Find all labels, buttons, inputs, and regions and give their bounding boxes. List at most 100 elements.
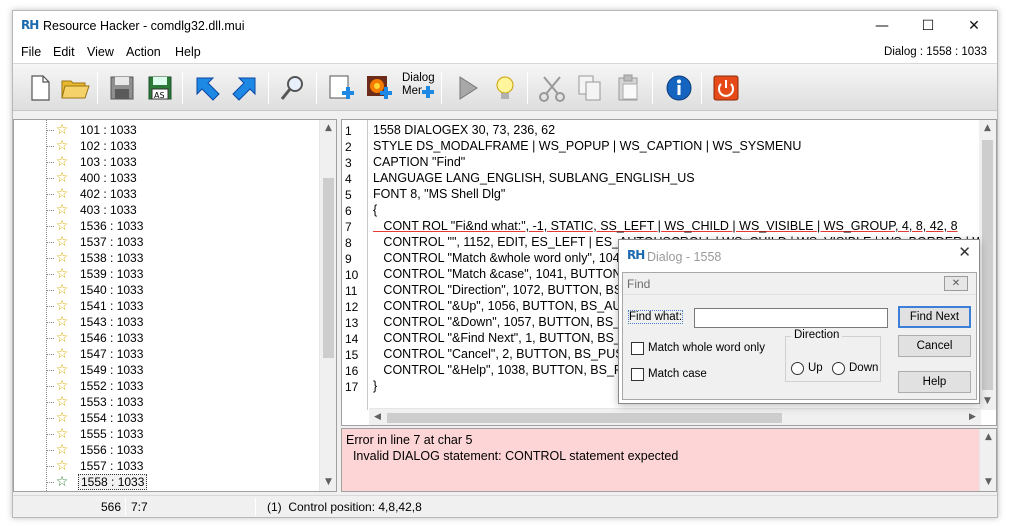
tree-item[interactable]: ☆ 1558 : 1033 <box>54 474 148 490</box>
cursor-position: 7:7 <box>131 500 148 514</box>
help-button[interactable]: Help <box>898 371 971 393</box>
tree-item[interactable]: ☆ 1539 : 1033 <box>54 266 145 282</box>
star-icon: ☆ <box>55 362 69 378</box>
tree-item[interactable]: ☆ 101 : 1033 <box>54 122 139 138</box>
tree-item[interactable]: ☆ 1537 : 1033 <box>54 234 145 250</box>
tree-item[interactable]: ☆ 402 : 1033 <box>54 186 139 202</box>
match-whole-word-checkbox[interactable] <box>631 342 644 355</box>
errors-vertical-scrollbar[interactable]: ▲ ▼ <box>979 429 996 491</box>
menu-view[interactable]: View <box>87 45 114 59</box>
paste-icon[interactable] <box>612 72 644 104</box>
find-what-label[interactable]: Find what: <box>627 310 684 324</box>
scroll-right-icon[interactable]: ▶ <box>964 409 981 425</box>
close-icon[interactable]: ✕ <box>944 276 968 291</box>
close-icon[interactable]: ✕ <box>958 243 971 261</box>
scroll-down-icon[interactable]: ▼ <box>320 474 336 491</box>
code-line[interactable]: CAPTION "Find" <box>373 155 465 169</box>
maximize-button[interactable]: ☐ <box>905 11 951 41</box>
scroll-down-icon[interactable]: ▼ <box>979 393 996 410</box>
editor-horizontal-scrollbar[interactable]: ◀ ▶ <box>369 408 981 425</box>
tree-connector <box>46 290 54 291</box>
new-file-icon[interactable] <box>23 72 55 104</box>
code-line[interactable]: } <box>373 379 377 393</box>
add-image-icon[interactable] <box>363 72 395 104</box>
match-case-label: Match case <box>648 368 707 380</box>
dialog-preview-window[interactable]: RH Dialog - 1558 ✕ Find ✕ Find what: Fin… <box>618 239 980 404</box>
up-radio[interactable] <box>791 362 804 375</box>
scroll-up-icon[interactable]: ▲ <box>979 120 996 137</box>
info-icon[interactable] <box>663 72 695 104</box>
scroll-up-icon[interactable]: ▲ <box>320 120 336 137</box>
forward-icon[interactable] <box>229 72 261 104</box>
scroll-thumb[interactable] <box>982 140 993 390</box>
power-icon[interactable] <box>710 72 742 104</box>
menu-action[interactable]: Action <box>126 45 161 59</box>
code-line[interactable]: 1558 DIALOGEX 30, 73, 236, 62 <box>373 123 555 137</box>
minimize-button[interactable]: — <box>859 11 905 41</box>
add-resource-icon[interactable] <box>325 72 357 104</box>
tree-item[interactable]: ☆ 103 : 1033 <box>54 154 139 170</box>
tree-item[interactable]: ☆ 1556 : 1033 <box>54 442 145 458</box>
star-icon: ☆ <box>55 266 69 282</box>
search-icon[interactable] <box>277 72 309 104</box>
tree-item[interactable]: ☆ 403 : 1033 <box>54 202 139 218</box>
code-line[interactable]: STYLE DS_MODALFRAME | WS_POPUP | WS_CAPT… <box>373 139 801 153</box>
tree-item[interactable]: ☆ 1555 : 1033 <box>54 426 145 442</box>
tip-icon[interactable] <box>489 72 521 104</box>
scroll-thumb[interactable] <box>323 178 334 358</box>
code-line[interactable]: LANGUAGE LANG_ENGLISH, SUBLANG_ENGLISH_U… <box>373 171 695 185</box>
scroll-left-icon[interactable]: ◀ <box>369 409 386 425</box>
editor-vertical-scrollbar[interactable]: ▲ ▼ <box>979 120 996 410</box>
tree-item[interactable]: ☆ 1540 : 1033 <box>54 282 145 298</box>
scroll-down-icon[interactable]: ▼ <box>980 474 997 491</box>
up-label: Up <box>808 362 823 374</box>
tree-item[interactable]: ☆ 1552 : 1033 <box>54 378 145 394</box>
tree-item[interactable]: ☆ 1536 : 1033 <box>54 218 145 234</box>
menu-file[interactable]: File <box>21 45 41 59</box>
cancel-button[interactable]: Cancel <box>898 335 971 357</box>
dialog-preview-title: Dialog - 1558 <box>647 250 722 264</box>
copy-icon[interactable] <box>574 72 606 104</box>
tree-item[interactable]: ☆ 1557 : 1033 <box>54 458 145 474</box>
tree-item-label: 1557 : 1033 <box>80 459 144 473</box>
tree-item[interactable]: ☆ 1554 : 1033 <box>54 410 145 426</box>
star-icon: ☆ <box>55 282 69 298</box>
code-line[interactable]: CONT ROL "Fi&nd what:", -1, STATIC, SS_L… <box>373 219 957 233</box>
save-icon[interactable] <box>106 72 138 104</box>
find-what-input[interactable] <box>694 308 888 328</box>
menu-help[interactable]: Help <box>175 45 201 59</box>
tree-connector <box>46 434 54 435</box>
back-icon[interactable] <box>191 72 223 104</box>
star-icon: ☆ <box>55 410 69 426</box>
code-line[interactable]: { <box>373 203 377 217</box>
menu-edit[interactable]: Edit <box>53 45 75 59</box>
match-case-checkbox[interactable] <box>631 368 644 381</box>
dialog-menu-icon[interactable]: Dialog Menu <box>402 72 436 104</box>
tree-item-label: 1558 : 1033 <box>78 474 148 490</box>
find-next-button[interactable]: Find Next <box>898 306 971 328</box>
star-icon: ☆ <box>55 442 69 458</box>
tree-item[interactable]: ☆ 1549 : 1033 <box>54 362 145 378</box>
down-radio[interactable] <box>832 362 845 375</box>
tree-vertical-scrollbar[interactable]: ▲ ▼ <box>319 120 336 491</box>
star-icon: ☆ <box>55 202 69 218</box>
tree-item[interactable]: ☆ 1546 : 1033 <box>54 330 145 346</box>
tree-item[interactable]: ☆ 1538 : 1033 <box>54 250 145 266</box>
tree-item-label: 103 : 1033 <box>80 155 137 169</box>
code-line[interactable]: FONT 8, "MS Shell Dlg" <box>373 187 505 201</box>
tree-item[interactable]: ☆ 102 : 1033 <box>54 138 139 154</box>
star-icon: ☆ <box>55 154 69 170</box>
save-as-icon[interactable]: AS <box>144 72 176 104</box>
tree-item[interactable]: ☆ 1543 : 1033 <box>54 314 145 330</box>
scroll-thumb[interactable] <box>387 413 782 423</box>
tree-item[interactable]: ☆ 400 : 1033 <box>54 170 139 186</box>
resource-tree[interactable]: ☆ 101 : 1033 ☆ 102 : 1033 ☆ 103 : 1033 ☆ 400 : … <box>13 119 337 492</box>
run-icon[interactable] <box>451 72 483 104</box>
tree-item[interactable]: ☆ 1547 : 1033 <box>54 346 145 362</box>
tree-item[interactable]: ☆ 1541 : 1033 <box>54 298 145 314</box>
close-button[interactable]: ✕ <box>951 11 997 41</box>
open-folder-icon[interactable] <box>59 72 91 104</box>
tree-item[interactable]: ☆ 1553 : 1033 <box>54 394 145 410</box>
cut-icon[interactable] <box>536 72 568 104</box>
scroll-up-icon[interactable]: ▲ <box>980 429 997 446</box>
